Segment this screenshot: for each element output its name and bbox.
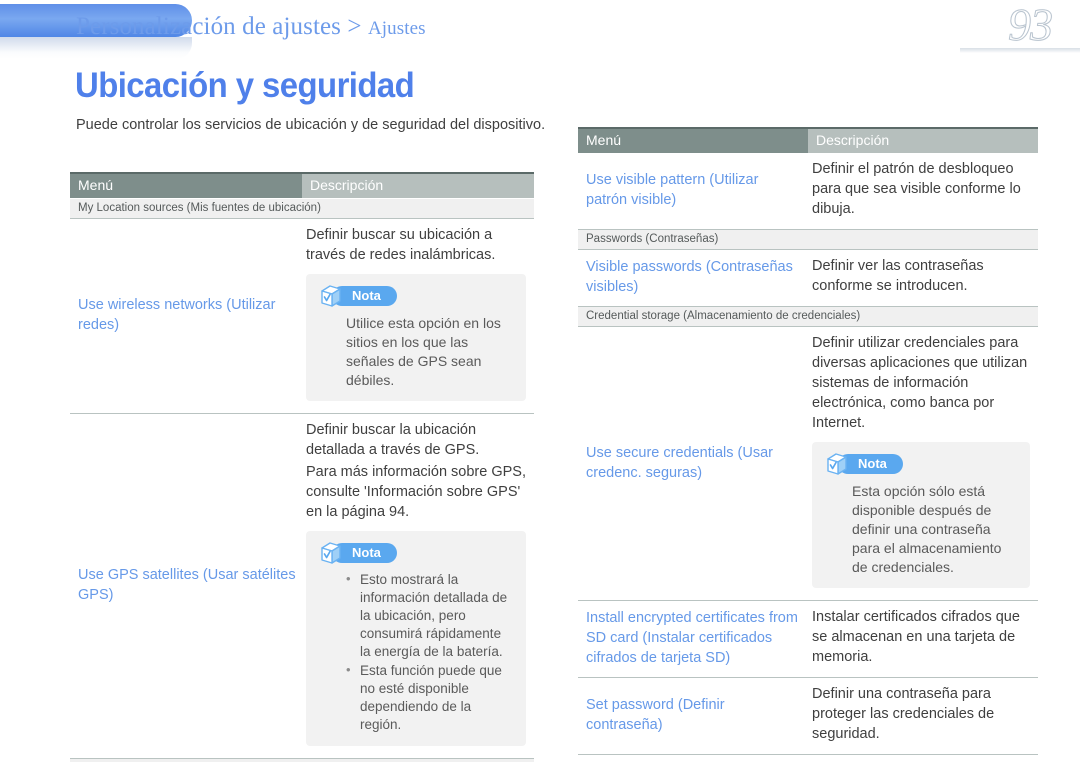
note-body-text: Esta opción sólo está disponible después… <box>852 483 1002 575</box>
note-cube-icon <box>824 451 850 477</box>
description-cell: Definir ver las contraseñas conforme se … <box>808 249 1038 307</box>
right-column: Menú Descripción Use visible pattern (Util… <box>578 127 1038 762</box>
settings-table-right: Menú Descripción Use visible pattern (Util… <box>578 127 1038 762</box>
description-paragraph: Definir buscar su ubicación a través de … <box>306 226 496 263</box>
menu-name-cell[interactable]: Use visible pattern (Utilizar patrón vis… <box>578 153 808 230</box>
table-row[interactable]: Install encrypted certificates from SD c… <box>578 600 1038 678</box>
column-header-description: Descripción <box>302 174 534 198</box>
menu-name-cell[interactable]: Use GPS satellites (Usar satélites GPS) <box>70 413 302 759</box>
table-row[interactable]: Clear storage (Borrar almacenamiento)Bor… <box>578 754 1038 762</box>
breadcrumb-leaf: Ajustes <box>367 18 426 39</box>
note-box: Nota Utilice esta opción en los sitios en… <box>306 273 526 401</box>
description-cell: Borrar todo el contenido del almacenamie… <box>808 754 1038 762</box>
description-cell: Instalar certificados cifrados que se al… <box>808 600 1038 678</box>
menu-name-cell[interactable]: Use secure credentials (Usar credenc. se… <box>578 326 808 601</box>
page-intro-text: Puede controlar los servicios de ubicaci… <box>76 117 546 133</box>
table-body-left: Menú Descripción My Location sources (Mis … <box>70 172 534 762</box>
table-row[interactable]: Use secure credentials (Usar credenc. se… <box>578 326 1038 601</box>
table-section-row: Credential storage (Almacenamiento de cr… <box>578 306 1038 327</box>
table-row[interactable]: Use GPS satellites (Usar satélites GPS) D… <box>70 413 534 759</box>
description-cell: Definir buscar su ubicación a través de … <box>302 218 534 414</box>
table-row[interactable]: Use wireless networks (Utilizar redes) De… <box>70 218 534 414</box>
table-section-label: Passwords (Contraseñas) <box>578 229 1038 250</box>
note-cube-icon <box>318 540 344 566</box>
note-box: Nota Esto mostrará la información detalla… <box>306 530 526 746</box>
document-page: Personalización de ajustes > Ajustes 93 … <box>0 0 1080 762</box>
description-paragraph: Definir buscar la ubicación detallada a … <box>306 421 480 458</box>
description-paragraph: Definir una contraseña para proteger las… <box>812 686 995 742</box>
menu-name-cell[interactable]: Install encrypted certificates from SD c… <box>578 600 808 678</box>
page-number: 93 <box>1008 0 1054 50</box>
description-cell: Definir buscar la ubicación detallada a … <box>302 413 534 759</box>
note-header: Nota <box>318 283 514 309</box>
table-section-row: My Location sources (Mis fuentes de ubic… <box>70 197 534 219</box>
table-row[interactable]: Visible passwords (Contraseñas visibles)… <box>578 249 1038 307</box>
description-cell: Definir el patrón de desbloqueo para que… <box>808 153 1038 230</box>
description-paragraph: Para más información sobre GPS, consulte… <box>306 463 527 520</box>
table-row[interactable]: Set password (Definir contraseña) Definir… <box>578 677 1038 755</box>
note-box: Nota Esta opción sólo está disponible des… <box>812 442 1030 588</box>
breadcrumb-parent: Personalización de ajustes <box>76 13 342 40</box>
description-paragraph: Definir utilizar credenciales para diver… <box>812 335 1028 431</box>
note-header: Nota <box>318 540 514 566</box>
breadcrumb-separator-icon: > <box>347 13 362 40</box>
menu-name-cell[interactable]: Set password (Definir contraseña) <box>578 677 808 755</box>
page-number-rule <box>960 48 1080 53</box>
left-column: Menú Descripción My Location sources (Mis … <box>70 172 534 762</box>
description-paragraph: Instalar certificados cifrados que se al… <box>812 609 1020 665</box>
table-header-row: Menú Descripción <box>578 129 1038 153</box>
column-header-description: Descripción <box>808 129 1038 153</box>
table-header-row: Menú Descripción <box>70 174 534 198</box>
column-header-menu: Menú <box>578 129 808 153</box>
description-paragraph: Definir ver las contraseñas conforme se … <box>812 258 984 294</box>
page-title: Ubicación y seguridad <box>75 66 415 105</box>
breadcrumb: Personalización de ajustes > Ajustes <box>76 13 426 41</box>
column-header-menu: Menú <box>70 174 302 198</box>
table-section-label: My Location sources (Mis fuentes de ubic… <box>70 197 534 219</box>
table-section-row: Passwords (Contraseñas) <box>578 229 1038 250</box>
note-bullet-item: Esto mostrará la información detallada d… <box>346 570 514 661</box>
note-header: Nota <box>824 451 1018 477</box>
note-bullet-list: Esto mostrará la información detallada d… <box>318 570 514 734</box>
description-cell: Definir utilizar credenciales para diver… <box>808 326 1038 601</box>
table-section-label: Credential storage (Almacenamiento de cr… <box>578 306 1038 327</box>
note-bullet-item: Esta función puede que no esté disponibl… <box>346 661 514 734</box>
note-body-text: Utilice esta opción en los sitios en los… <box>346 314 501 388</box>
menu-name-cell[interactable]: Visible passwords (Contraseñas visibles) <box>578 249 808 307</box>
description-paragraph: Definir el patrón de desbloqueo para que… <box>812 161 1021 217</box>
description-cell: Definir una contraseña para proteger las… <box>808 677 1038 755</box>
table-section-label: Screen unlock pattern (Patrón de desbloq… <box>70 757 534 762</box>
menu-name-cell[interactable]: Use wireless networks (Utilizar redes) <box>70 218 302 414</box>
note-cube-icon <box>318 283 344 309</box>
settings-table-left: Menú Descripción My Location sources (Mis … <box>70 172 534 762</box>
table-body-right: Menú Descripción Use visible pattern (Util… <box>578 127 1038 762</box>
table-section-row: Screen unlock pattern (Patrón de desbloq… <box>70 757 534 762</box>
menu-name-cell[interactable]: Clear storage (Borrar almacenamiento) <box>578 754 808 762</box>
table-row[interactable]: Use visible pattern (Utilizar patrón vis… <box>578 153 1038 230</box>
